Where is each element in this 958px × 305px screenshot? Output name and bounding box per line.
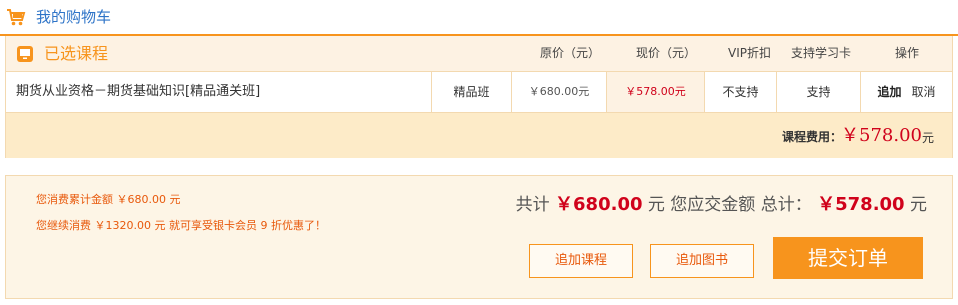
current-price: ￥578.00元 bbox=[606, 72, 704, 112]
class-type: 精品班 bbox=[431, 72, 511, 112]
vip-discount: 不支持 bbox=[704, 72, 776, 112]
amount-due-value: ￥578.00 bbox=[817, 194, 905, 215]
course-fee-label: 课程费用： bbox=[781, 130, 842, 144]
course-fee-row: 课程费用： ￥578.00 元 bbox=[6, 113, 952, 158]
table-row: 期货从业资格－期货基础知识[精品通关班] 精品班 ￥680.00元 ￥578.0… bbox=[6, 72, 952, 113]
course-name: 期货从业资格－期货基础知识[精品通关班] bbox=[16, 84, 261, 99]
add-book-button[interactable]: 追加图书 bbox=[650, 244, 754, 278]
cancel-course-link[interactable]: 取消 bbox=[912, 85, 936, 99]
col-original-price: 原价（元） bbox=[540, 46, 601, 60]
total-value: ￥680.00 bbox=[555, 194, 643, 215]
total-mid-text: 元 您应交金额 总计： bbox=[642, 195, 818, 215]
selected-courses-panel: 已选课程 原价（元） 现价（元） VIP折扣 支持学习卡 操作 期货从业资格－期… bbox=[5, 36, 953, 158]
section-title: 已选课程 bbox=[44, 44, 109, 63]
course-table-header: 已选课程 原价（元） 现价（元） VIP折扣 支持学习卡 操作 bbox=[6, 36, 952, 72]
submit-order-button[interactable]: 提交订单 bbox=[773, 237, 923, 279]
add-course-link[interactable]: 追加 bbox=[877, 85, 901, 99]
monitor-icon bbox=[17, 46, 33, 62]
cart-header: 我的购物车 bbox=[0, 0, 958, 34]
membership-promo-note: 您继续消费 ￥1320.00 元 就可享受银卡会员 9 折优惠了！ bbox=[36, 219, 326, 232]
col-current-price: 现价（元） bbox=[636, 46, 697, 60]
row-actions: 追加 取消 bbox=[860, 72, 952, 112]
original-price: ￥680.00元 bbox=[511, 72, 606, 112]
add-course-button[interactable]: 追加课程 bbox=[529, 244, 633, 278]
study-card-support: 支持 bbox=[776, 72, 860, 112]
order-total: 共计 ￥680.00 元 您应交金额 总计： ￥578.00 元 bbox=[516, 193, 927, 217]
col-vip-discount: VIP折扣 bbox=[728, 46, 771, 60]
order-summary-panel: 您消费累计金额 ￥680.00 元 您继续消费 ￥1320.00 元 就可享受银… bbox=[5, 175, 953, 299]
amount-due-unit: 元 bbox=[904, 195, 927, 215]
col-actions: 操作 bbox=[895, 46, 920, 60]
course-fee-value: ￥578.00 bbox=[841, 125, 922, 146]
page-title: 我的购物车 bbox=[36, 8, 112, 26]
shopping-cart-icon bbox=[7, 9, 26, 26]
course-fee-unit: 元 bbox=[921, 131, 934, 145]
total-prefix: 共计 bbox=[515, 195, 556, 215]
cumulative-spend-note: 您消费累计金额 ￥680.00 元 bbox=[36, 193, 181, 206]
col-study-card: 支持学习卡 bbox=[791, 46, 852, 60]
